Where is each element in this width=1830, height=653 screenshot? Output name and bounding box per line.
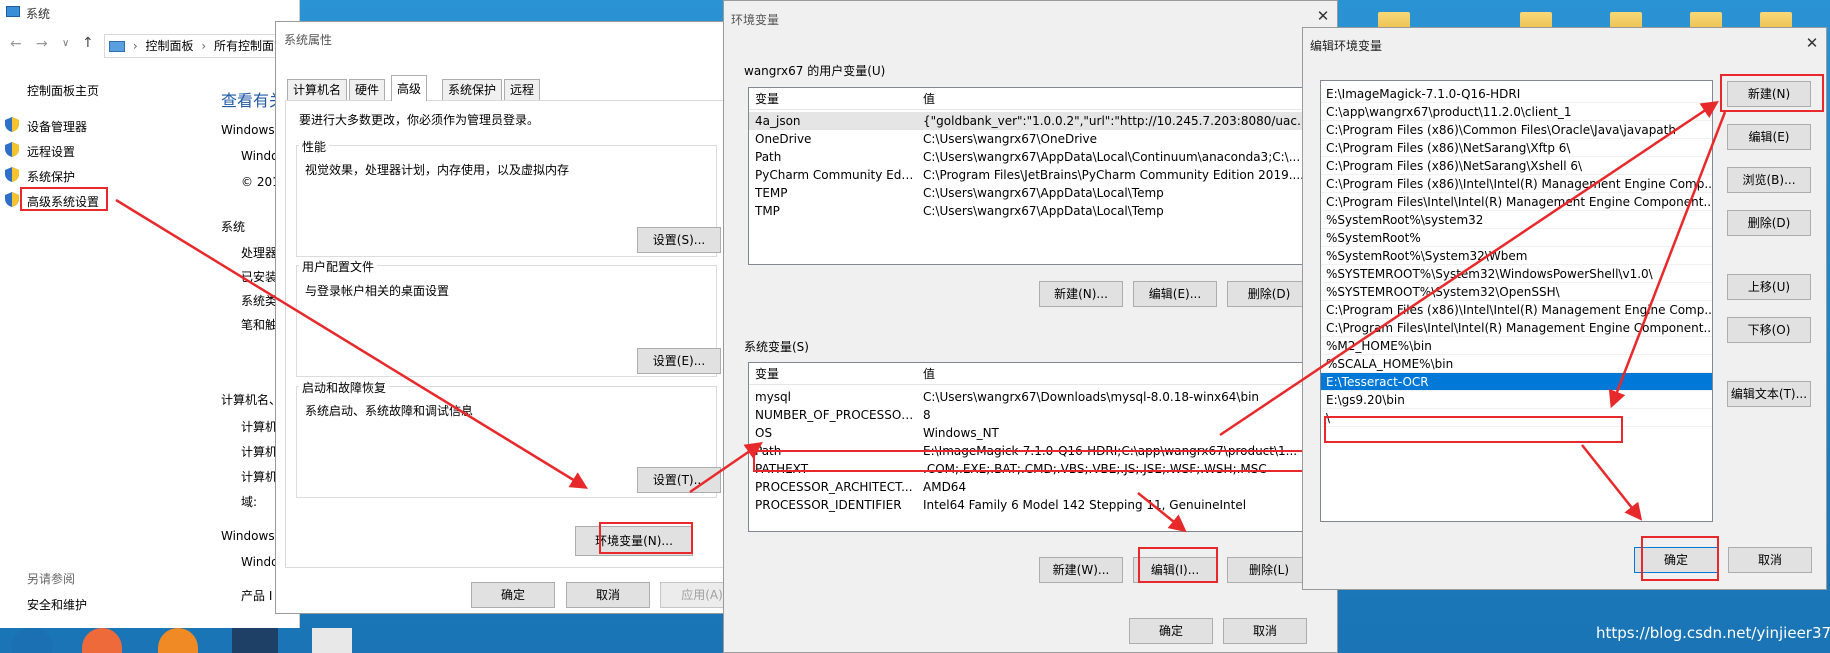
arrow-entry-to-ok: [1581, 444, 1643, 521]
arrow-to-edit-button: [1137, 492, 1187, 533]
arrow-new-to-entry: [1608, 111, 1727, 409]
arrow-path-to-new: [1219, 101, 1719, 437]
tab-advanced[interactable]: 高级: [391, 75, 428, 101]
arrow-to-env-dialog: [689, 442, 763, 494]
annotation-arrows: [115, 101, 1727, 533]
arrow-to-env-button: [115, 198, 588, 489]
